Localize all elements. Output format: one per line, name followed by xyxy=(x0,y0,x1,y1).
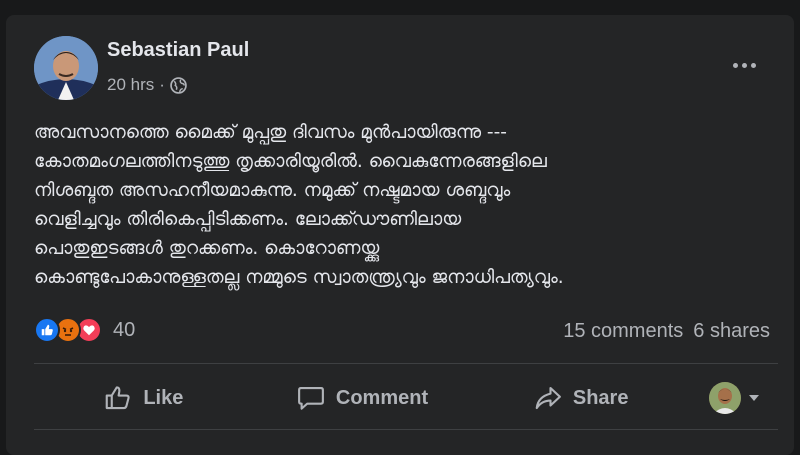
post-meta: 20 hrs · xyxy=(107,75,187,95)
shares-count-link[interactable]: 6 shares xyxy=(693,320,770,343)
share-button[interactable]: Share xyxy=(471,375,690,421)
meta-separator: · xyxy=(159,75,165,94)
post-card: Sebastian Paul 20 hrs · അവസാനത്തെ മൈക്ക്… xyxy=(6,15,794,455)
post-timestamp[interactable]: 20 hrs xyxy=(107,75,154,95)
viewer-avatar xyxy=(709,382,742,414)
like-button[interactable]: Like xyxy=(34,375,253,421)
comment-icon xyxy=(297,386,324,410)
post-as-selector[interactable] xyxy=(690,382,778,414)
share-icon xyxy=(535,386,561,410)
post-text-line: കോതമംഗലത്തിനടുത്തു തൃക്കാരിയൂരിൽ. വൈകുന്… xyxy=(34,151,547,172)
like-label: Like xyxy=(143,386,184,409)
post-text-line: പൊതുഇടങ്ങൾ തുറക്കണം. കൊറോണയ്ക്കു xyxy=(34,238,380,259)
post-text-line: വെളിച്ചവും തിരികെപ്പിടിക്കണം. ലോക്ക്ഡൗണി… xyxy=(34,209,462,230)
more-options-icon[interactable] xyxy=(724,53,764,77)
comments-count-link[interactable]: 15 comments xyxy=(563,320,683,343)
reaction-count[interactable]: 40 xyxy=(113,319,135,342)
comment-button[interactable]: Comment xyxy=(253,375,472,421)
action-bar: Like Comment Share xyxy=(34,375,778,421)
author-avatar[interactable] xyxy=(34,36,98,100)
globe-icon[interactable] xyxy=(170,76,187,94)
post-text: അവസാനത്തെ മൈക്ക് മുപ്പതു ദിവസം മുൻപായിരു… xyxy=(34,118,784,292)
divider xyxy=(34,363,778,364)
post-text-line: നിശബ്ദത അസഹനീയമാകുന്നു. നമുക്ക് നഷ്ടമായ … xyxy=(34,180,511,201)
comment-label: Comment xyxy=(335,386,429,409)
author-name[interactable]: Sebastian Paul xyxy=(107,39,249,62)
reactions-summary[interactable]: 40 xyxy=(34,317,135,343)
like-icon xyxy=(34,317,60,343)
share-label: Share xyxy=(572,386,629,409)
chevron-down-icon xyxy=(749,395,760,401)
post-text-line: കൊണ്ടുപോകാനുള്ളതല്ല നമ്മുടെ സ്വാതന്ത്ര്യ… xyxy=(34,267,564,288)
post-text-line: അവസാനത്തെ മൈക്ക് മുപ്പതു ദിവസം മുൻപായിരു… xyxy=(34,122,507,143)
thumbs-up-icon xyxy=(106,386,130,410)
divider xyxy=(34,429,778,430)
post-stats: 15 comments 6 shares xyxy=(563,320,770,343)
